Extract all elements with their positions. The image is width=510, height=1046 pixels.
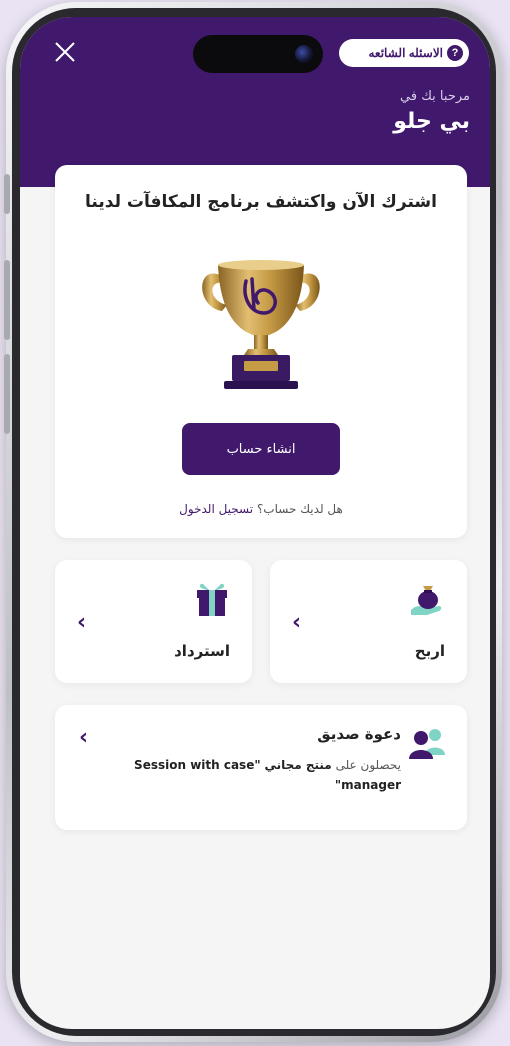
login-link[interactable]: تسجيل الدخول [179,502,253,516]
rewards-signup-card: اشترك الآن واكتشف برنامج المكافآت لدينا [55,165,467,538]
invite-description: يحصلون على منتج مجاني "Session with case… [101,755,401,795]
close-button[interactable] [50,39,80,69]
app-screen: ? الاسئله الشائعه مرحبا بك في بي جلو اشت… [20,17,490,1029]
trophy-icon [202,260,320,389]
money-bag-hand-icon [411,586,442,615]
users-icon [409,729,445,759]
volume-up-button [4,260,10,340]
invite-title: دعوة صديق [317,725,401,743]
gift-icon [197,583,227,616]
invite-desc-prefix: يحصلون على [335,758,401,772]
login-prompt: هل لديك حساب؟ تسجيل الدخول [55,502,467,516]
camera-icon [295,45,313,63]
card-title: اشترك الآن واكتشف برنامج المكافآت لدينا [85,192,437,212]
create-account-button[interactable]: انشاء حساب [182,423,340,475]
redeem-chevron-icon[interactable]: ‹ [77,612,86,634]
invite-desc-highlight: منتج مجاني [264,758,332,772]
action-button [4,174,10,214]
faq-label: الاسئله الشائعه [368,46,443,60]
close-icon [55,42,75,62]
earn-card[interactable]: ‹ اربح [270,560,467,683]
invite-friend-card[interactable]: دعوة صديق ‹ يحصلون على منتج مجاني "Sessi… [55,705,467,830]
earn-label: اربح [414,642,445,660]
invite-chevron-icon[interactable]: ‹ [79,727,88,749]
earn-chevron-icon[interactable]: ‹ [292,612,301,634]
welcome-text: مرحبا بك في [400,89,470,104]
login-prompt-text: هل لديك حساب؟ [256,502,343,516]
redeem-label: استرداد [174,642,230,660]
dynamic-island [193,35,323,73]
question-circle-icon: ? [447,45,463,61]
redeem-card[interactable]: ‹ استرداد [55,560,252,683]
volume-down-button [4,354,10,434]
brand-name: بي جلو [393,109,470,134]
faq-button[interactable]: ? الاسئله الشائعه [339,39,469,67]
